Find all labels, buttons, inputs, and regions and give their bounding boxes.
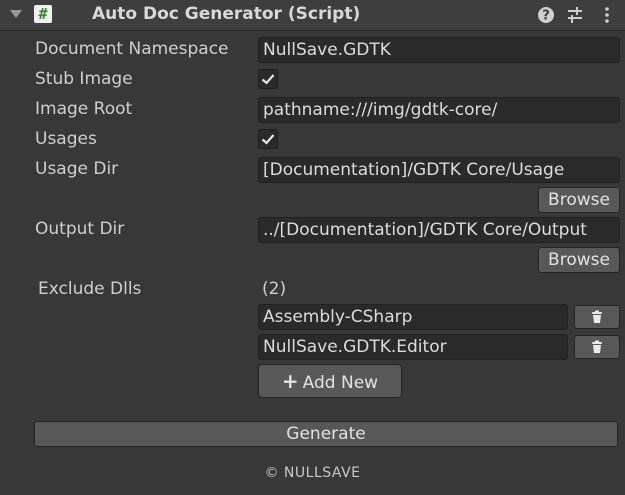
image-root-label: Image Root (35, 99, 133, 119)
stub-image-label: Stub Image (35, 69, 133, 89)
checkmark-icon (261, 74, 275, 85)
component-header: # Auto Doc Generator (Script) ? (0, 0, 625, 31)
usage-dir-field[interactable]: [Documentation]/GDTK Core/Usage (258, 157, 620, 183)
output-dir-browse-button[interactable]: Browse (538, 247, 620, 273)
plus-icon: + (281, 369, 299, 393)
delete-item-button[interactable] (574, 335, 620, 359)
usage-dir-label: Usage Dir (35, 159, 119, 179)
add-new-button[interactable]: + Add New (258, 364, 402, 398)
exclude-dll-item-field[interactable]: NullSave.GDTK.Editor (258, 334, 568, 360)
image-root-field[interactable]: pathname:///img/gdtk-core/ (258, 97, 620, 123)
delete-item-button[interactable] (574, 305, 620, 329)
stub-image-checkbox[interactable] (258, 69, 278, 89)
svg-text:?: ? (542, 9, 550, 24)
script-icon: # (34, 5, 52, 23)
generate-button[interactable]: Generate (34, 421, 618, 447)
foldout-arrow-icon[interactable] (10, 10, 22, 18)
exclude-dll-item-field[interactable]: Assembly-CSharp (258, 304, 568, 330)
document-namespace-field[interactable]: NullSave.GDTK (258, 37, 620, 63)
checkmark-icon (261, 134, 275, 145)
copyright-footer: © NULLSAVE (264, 465, 361, 481)
component-title: Auto Doc Generator (Script) (92, 4, 361, 24)
exclude-dlls-count: (2) (262, 279, 287, 299)
more-icon[interactable] (598, 6, 616, 24)
usage-dir-browse-button[interactable]: Browse (538, 187, 620, 213)
presets-icon[interactable] (566, 6, 584, 24)
trash-icon (592, 340, 602, 353)
output-dir-field[interactable]: ../[Documentation]/GDTK Core/Output (258, 217, 620, 243)
usages-label: Usages (35, 129, 97, 149)
exclude-dlls-label: Exclude Dlls (38, 279, 142, 299)
help-icon[interactable]: ? (537, 6, 555, 24)
document-namespace-label: Document Namespace (35, 39, 229, 59)
trash-icon (592, 310, 602, 323)
add-new-label: Add New (302, 373, 379, 393)
usages-checkbox[interactable] (258, 129, 278, 149)
output-dir-label: Output Dir (35, 219, 125, 239)
